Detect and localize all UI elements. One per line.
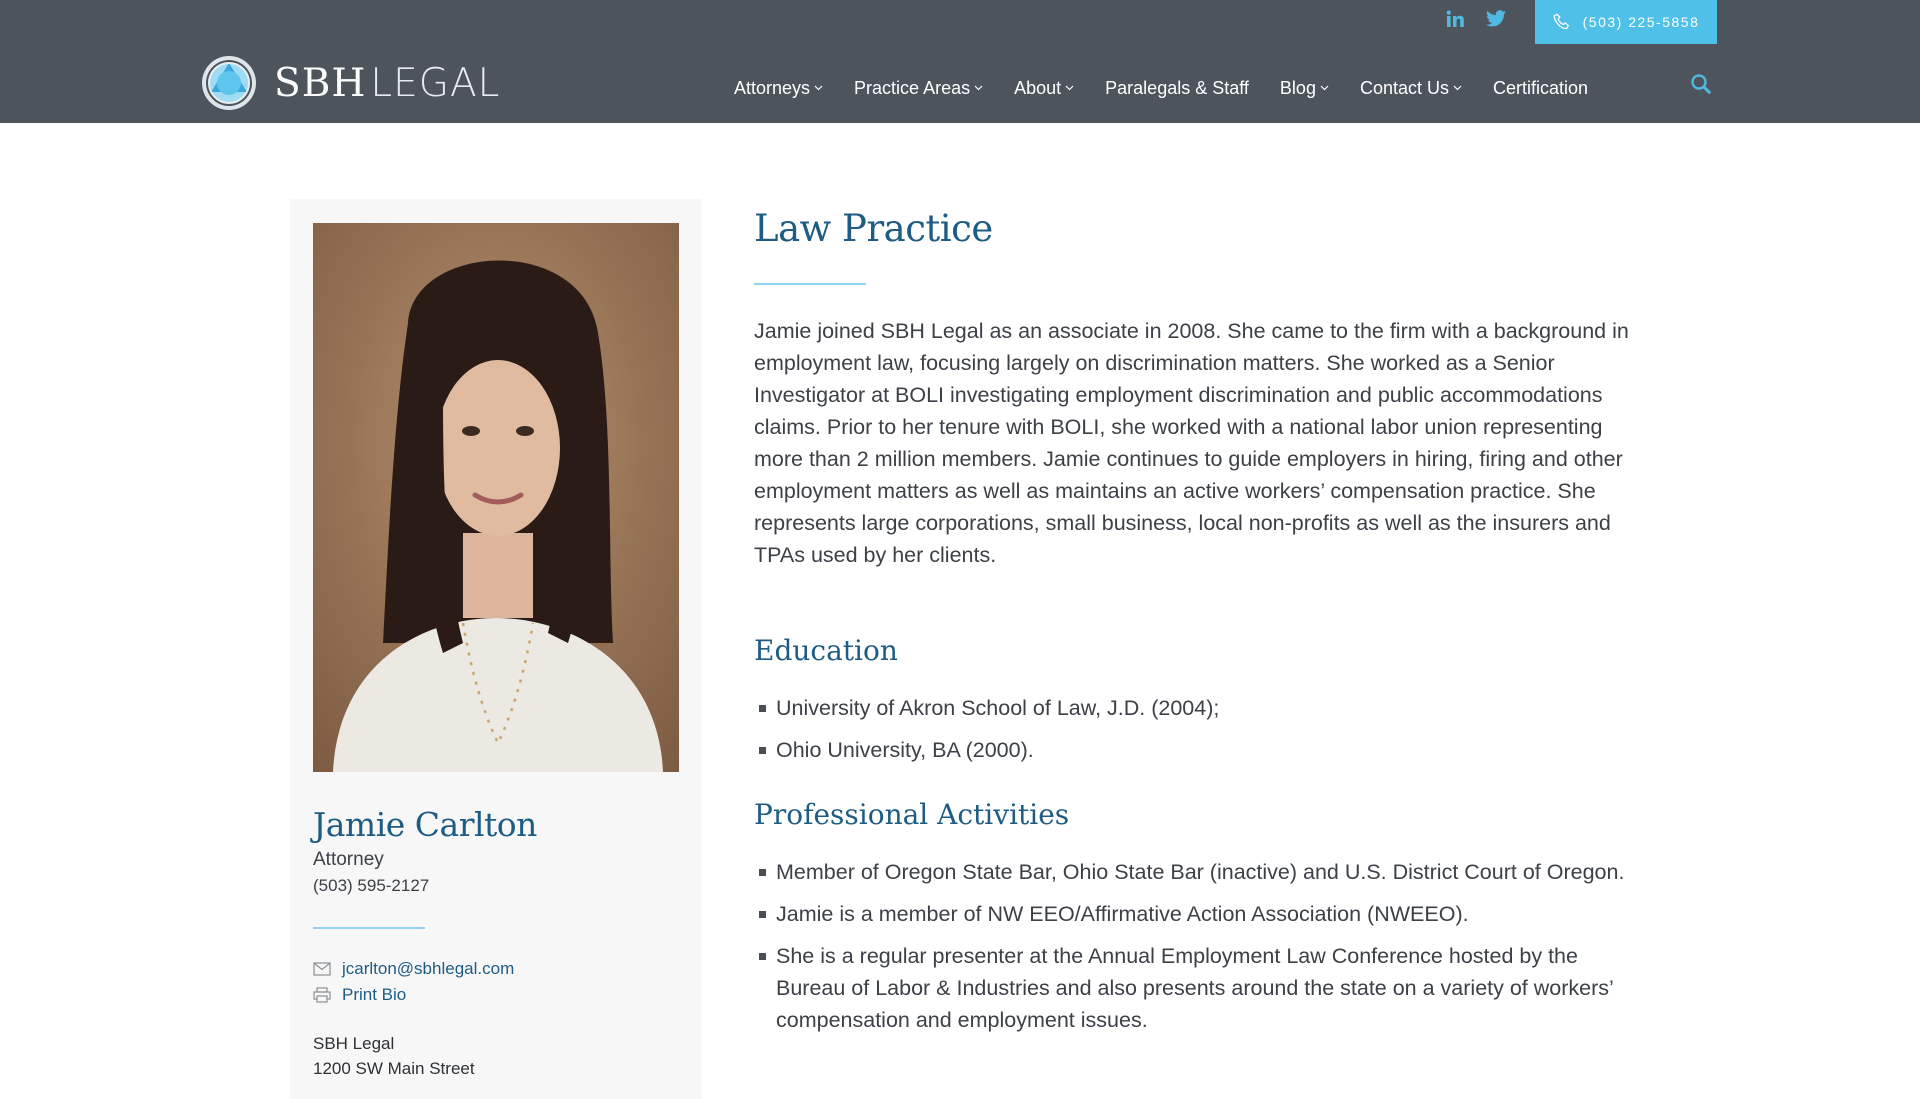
bullet-icon	[759, 953, 766, 960]
nav-item-label: Certification	[1493, 77, 1589, 98]
attorney-portrait	[313, 223, 679, 772]
education-heading: Education	[754, 634, 898, 667]
list-item: She is a regular presenter at the Annual…	[754, 940, 1634, 1036]
print-bio-link[interactable]: Print Bio	[313, 985, 406, 1005]
nav-item-label: Paralegals & Staff	[1105, 77, 1249, 98]
linkedin-icon[interactable]	[1446, 10, 1464, 34]
email-link[interactable]: jcarlton@sbhlegal.com	[313, 959, 514, 979]
nav-item-label: Contact Us	[1359, 77, 1449, 98]
nav-item-label: Blog	[1279, 77, 1316, 98]
chevron-down-icon	[814, 85, 823, 91]
site-logo[interactable]: SBH LEGAL	[200, 54, 500, 112]
page-title: Law Practice	[754, 207, 993, 250]
list-item-text: University of Akron School of Law, J.D. …	[776, 696, 1220, 720]
logo-text-light: LEGAL	[370, 60, 501, 106]
logo-mark-icon	[202, 56, 256, 110]
chevron-down-icon	[1065, 85, 1074, 91]
attorney-title: Attorney	[313, 849, 384, 870]
logo-text-main: SBH	[274, 60, 367, 106]
logo-text: SBH LEGAL	[274, 64, 500, 103]
activities-heading: Professional Activities	[754, 798, 1070, 831]
education-list: University of Akron School of Law, J.D. …	[754, 692, 1634, 776]
nav-item-label: Attorneys	[734, 77, 811, 98]
email-address: jcarlton@sbhlegal.com	[342, 959, 515, 978]
nav-item-practice-areas[interactable]: Practice Areas	[854, 78, 983, 99]
envelope-icon	[313, 962, 331, 976]
list-item-text: She is a regular presenter at the Annual…	[776, 944, 1613, 1032]
site-header: SBH LEGAL (503) 225-5858 Attorneys Practi…	[0, 0, 1920, 123]
bullet-icon	[759, 747, 766, 754]
header-phone-number: (503) 225-5858	[1582, 14, 1700, 30]
nav-item-attorneys[interactable]: Attorneys	[734, 78, 823, 99]
printer-icon	[313, 987, 331, 1003]
attorney-sidebar: Jamie Carlton Attorney (503) 595-2127 jc…	[290, 199, 701, 1099]
list-item-text: Member of Oregon State Bar, Ohio State B…	[776, 860, 1625, 884]
nav-item-label: About	[1014, 77, 1062, 98]
bio-paragraph: Jamie joined SBH Legal as an associate i…	[754, 319, 1629, 567]
nav-item-label: Practice Areas	[854, 77, 971, 98]
nav-item-certification[interactable]: Certification	[1493, 78, 1588, 99]
office-address: 1200 SW Main Street	[313, 1059, 475, 1078]
nav-item-blog[interactable]: Blog	[1280, 78, 1329, 99]
nav-item-contact-us[interactable]: Contact Us	[1360, 78, 1462, 99]
list-item-text: Jamie is a member of NW EEO/Affirmative …	[776, 902, 1469, 926]
main-nav: Attorneys Practice Areas About Paralegal…	[734, 76, 1588, 100]
title-divider	[754, 283, 866, 285]
chevron-down-icon	[1453, 85, 1462, 91]
list-item-text: Ohio University, BA (2000).	[776, 738, 1034, 762]
header-phone-button[interactable]: (503) 225-5858	[1535, 0, 1717, 44]
list-item: Ohio University, BA (2000).	[754, 734, 1634, 766]
list-item: Member of Oregon State Bar, Ohio State B…	[754, 856, 1634, 888]
list-item: University of Akron School of Law, J.D. …	[754, 692, 1634, 724]
chevron-down-icon	[974, 85, 983, 91]
bullet-icon	[759, 705, 766, 712]
attorney-phone[interactable]: (503) 595-2127	[313, 876, 429, 896]
bullet-icon	[759, 911, 766, 918]
twitter-icon[interactable]	[1486, 10, 1506, 34]
nav-item-paralegals-staff[interactable]: Paralegals & Staff	[1105, 78, 1249, 99]
activities-list: Member of Oregon State Bar, Ohio State B…	[754, 856, 1634, 1046]
phone-icon	[1553, 13, 1569, 30]
bullet-icon	[759, 869, 766, 876]
chevron-down-icon	[1320, 85, 1329, 91]
search-icon[interactable]	[1690, 73, 1712, 95]
print-bio-label: Print Bio	[342, 985, 407, 1004]
office-name: SBH Legal	[313, 1034, 395, 1053]
sidebar-divider	[313, 927, 425, 929]
list-item: Jamie is a member of NW EEO/Affirmative …	[754, 898, 1634, 930]
attorney-name: Jamie Carlton	[313, 805, 537, 844]
nav-item-about[interactable]: About	[1014, 78, 1074, 99]
